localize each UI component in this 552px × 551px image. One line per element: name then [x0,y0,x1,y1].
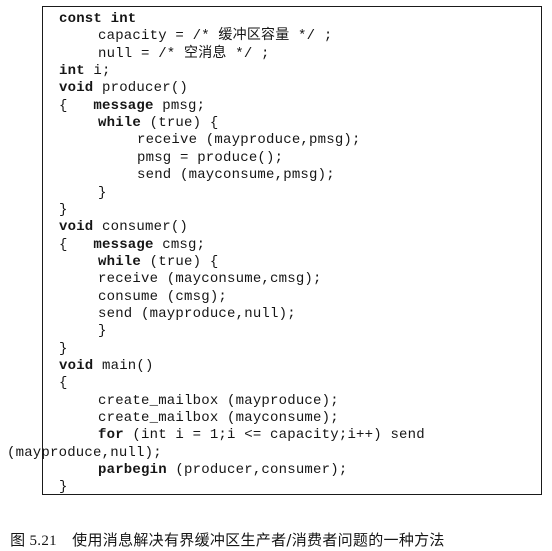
code-line: null = /* 空消息 */ ; [98,46,270,63]
code-text: } [59,340,68,357]
code-line: { message pmsg; [59,98,205,115]
code-text: (true) { [141,115,219,132]
code-line: send (mayproduce,null); [98,306,296,323]
code-line: { message cmsg; [59,237,205,254]
code-line: } [98,185,107,202]
code-line: consume (cmsg); [98,289,227,306]
code-text: receive (mayconsume,cmsg); [98,271,322,288]
code-line: receive (mayproduce,pmsg); [137,132,361,149]
code-line: const int [59,11,136,28]
code-line: } [98,323,107,340]
code-line: while (true) { [98,254,218,271]
code-text: null = /* 空消息 */ ; [98,45,270,62]
code-text: { [59,236,94,253]
code-text: main() [93,358,154,374]
code-keyword: const int [59,11,137,27]
code-line: int i; [59,63,111,80]
code-keyword: int [59,63,85,80]
code-line: void consumer() [59,219,188,236]
code-text: create_mailbox (mayproduce); [98,392,339,409]
code-keyword: while [98,115,142,132]
code-line: { [59,375,68,392]
code-text: receive (mayproduce,pmsg); [137,132,361,149]
code-keyword: void [59,358,94,374]
caption-gap [57,531,72,549]
code-text: { [59,97,94,114]
code-text: (true) { [141,253,219,270]
code-line: send (mayconsume,pmsg); [137,167,335,184]
code-text: consumer() [93,219,189,236]
code-line: capacity = /* 缓冲区容量 */ ; [98,28,332,45]
code-text: create_mailbox (mayconsume); [98,410,339,427]
code-text: send (mayproduce,null); [98,305,296,322]
code-text: } [98,323,107,340]
code-text: producer() [93,80,189,97]
code-keyword: while [98,253,142,270]
code-line: void producer() [59,80,188,97]
code-line: void main() [59,358,154,375]
code-text: send (mayconsume,pmsg); [137,167,335,184]
code-text: } [59,201,68,218]
code-line: receive (mayconsume,cmsg); [98,271,322,288]
code-line: } [59,202,68,219]
code-keyword: parbegin [98,462,167,479]
code-line: pmsg = produce(); [137,150,283,167]
code-text: cmsg; [153,236,206,253]
code-keyword: for [98,427,124,444]
caption-text: 使用消息解决有界缓冲区生产者/消费者问题的一种方法 [72,531,445,549]
code-line: for (int i = 1;i <= capacity;i++) send [98,427,425,444]
code-text: (int i = 1;i <= capacity;i++) send [123,427,425,444]
code-keyword: void [59,219,94,236]
code-line: while (true) { [98,115,218,132]
code-line: } [59,341,68,358]
figure-caption: 图 5.21 使用消息解决有界缓冲区生产者/消费者问题的一种方法 [0,510,552,551]
code-text: consume (cmsg); [98,288,228,305]
code-text: pmsg; [153,97,206,114]
code-text: } [59,479,68,496]
code-line: (mayproduce,null); [7,445,162,462]
code-keyword: message [93,97,154,114]
code-keyword: message [93,236,154,253]
code-text: } [98,184,107,201]
figure-label: 图 5.21 [10,533,57,549]
code-keyword: void [59,80,94,97]
code-text: pmsg = produce(); [137,149,284,166]
code-text: i; [84,63,111,80]
code-listing-box: const int capacity = /* 缓冲区容量 */ ; null = … [7,6,542,496]
code-text: capacity = /* 缓冲区容量 */ ; [98,28,333,45]
code-text: (producer,consumer); [166,462,348,479]
code-line: } [59,479,68,496]
code-line: create_mailbox (mayconsume); [98,410,339,427]
code-line: create_mailbox (mayproduce); [98,393,339,410]
code-text: (mayproduce,null); [7,444,162,461]
code-line: parbegin (producer,consumer); [98,462,347,479]
code-text: { [59,375,68,392]
